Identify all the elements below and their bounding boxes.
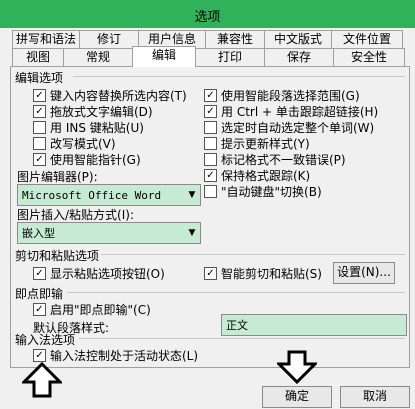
edit-right-checkbox-3[interactable]: 提示更新样式(Y) xyxy=(204,135,310,152)
tab-r2-4[interactable]: 保存 xyxy=(264,48,334,66)
checkbox-label: 选定时自动选定整个单词(W) xyxy=(221,121,375,135)
chevron-down-icon[interactable]: ▼ xyxy=(184,228,200,238)
tab-r2-5[interactable]: 安全性 xyxy=(333,48,405,66)
checkbox-box[interactable] xyxy=(204,121,217,134)
section-header: 输入法选项 xyxy=(15,333,76,347)
checkbox-box[interactable]: ✓ xyxy=(204,267,217,280)
checkbox-box[interactable] xyxy=(204,153,217,166)
checkbox-label: 启用"即点即输"(C) xyxy=(50,303,151,317)
show-paste-buttons-checkbox[interactable]: ✓ 显示粘贴选项按钮(O) xyxy=(33,265,165,282)
edit-right-checkbox-5[interactable]: ✓ 保持格式跟踪(K) xyxy=(204,167,310,184)
checkbox-label: 拖放式文字编辑(D) xyxy=(50,105,153,119)
section-header: 编辑选项 xyxy=(15,71,64,85)
enable-click-type-checkbox[interactable]: ✓ 启用"即点即输"(C) xyxy=(33,301,151,318)
insert-paste-label: 图片插入/粘贴方式(I): xyxy=(17,208,134,222)
edit-right-checkbox-2[interactable]: 选定时自动选定整个单词(W) xyxy=(204,119,374,136)
cancel-button[interactable]: 取消 xyxy=(340,386,410,408)
checkbox-label: 提示更新样式(Y) xyxy=(221,137,310,151)
checkbox-label: 改写模式(V) xyxy=(50,137,116,151)
checkbox-label: 使用智能指针(G) xyxy=(50,153,141,167)
checkbox-label: 智能剪切和粘贴(S) xyxy=(221,267,322,281)
checkbox-box[interactable]: ✓ xyxy=(33,303,46,316)
edit-left-checkbox-4[interactable]: ✓ 使用智能指针(G) xyxy=(33,151,141,168)
tab-row-2: 视图 常规 编辑 打印 保存 安全性 xyxy=(12,46,405,67)
checkbox-label: 输入法控制处于活动状态(L) xyxy=(50,349,199,363)
ok-button[interactable]: 确定 xyxy=(262,386,332,408)
dialog-footer: 确定 取消 xyxy=(0,350,415,409)
tab-r1-0[interactable]: 拼写和语法 xyxy=(12,30,80,48)
edit-panel: 编辑选项 ✓ 键入内容替换所选内容(T) ✓ 拖放式文字编辑(D) 用 INS 键粘贴(… xyxy=(10,66,410,368)
checkbox-box[interactable] xyxy=(204,137,217,150)
tab-r2-2[interactable]: 编辑 xyxy=(132,46,196,67)
checkbox-label: 键入内容替换所选内容(T) xyxy=(50,89,187,103)
settings-button[interactable]: 设置(N)... xyxy=(333,262,395,284)
picture-editor-label: 图片编辑器(P): xyxy=(17,170,98,184)
checkbox-label: 保持格式跟踪(K) xyxy=(221,169,311,183)
tab-r1-4[interactable]: 中文版式 xyxy=(264,30,332,48)
section-header: 即点即输 xyxy=(15,287,64,301)
picture-editor-value: Microsoft Office Word xyxy=(22,188,162,202)
smart-cut-paste-checkbox[interactable]: ✓ 智能剪切和粘贴(S) xyxy=(204,265,322,282)
checkbox-box[interactable] xyxy=(204,185,217,198)
checkbox-box[interactable] xyxy=(33,137,46,150)
tab-r2-0[interactable]: 视图 xyxy=(12,48,64,66)
insert-paste-value: 嵌入型 xyxy=(22,227,55,240)
edit-right-checkbox-6[interactable]: "自动键盘"切换(B) xyxy=(204,183,322,200)
checkbox-label: 显示粘贴选项按钮(O) xyxy=(50,267,165,281)
checkbox-box[interactable]: ✓ xyxy=(33,267,46,280)
checkbox-label: 使用智能段落选择范围(G) xyxy=(221,89,360,103)
arrow-down-icon xyxy=(277,350,317,384)
checkbox-box[interactable]: ✓ xyxy=(33,153,46,166)
section-edit-options: 编辑选项 xyxy=(15,69,405,86)
edit-right-checkbox-4[interactable]: 标记格式不一致错误(P) xyxy=(204,151,346,168)
edit-left-checkbox-2[interactable]: 用 INS 键粘贴(U) xyxy=(33,119,144,136)
checkbox-label: 用 INS 键粘贴(U) xyxy=(50,121,144,135)
tab-r2-1[interactable]: 常规 xyxy=(63,48,133,66)
checkbox-box[interactable]: ✓ xyxy=(33,89,46,102)
edit-right-checkbox-1[interactable]: ✓ 用 Ctrl + 单击跟踪超链接(H) xyxy=(204,103,378,120)
section-ime: 输入法选项 xyxy=(15,331,405,348)
picture-editor-select[interactable]: Microsoft Office Word ▼ xyxy=(17,184,201,206)
checkbox-box[interactable]: ✓ xyxy=(204,105,217,118)
checkbox-box[interactable]: ✓ xyxy=(204,89,217,102)
checkbox-label: 标记格式不一致错误(P) xyxy=(221,153,346,167)
checkbox-label: 用 Ctrl + 单击跟踪超链接(H) xyxy=(221,105,379,119)
tab-r2-3[interactable]: 打印 xyxy=(195,48,265,66)
edit-left-checkbox-0[interactable]: ✓ 键入内容替换所选内容(T) xyxy=(33,87,187,104)
tab-r1-1[interactable]: 修订 xyxy=(79,30,139,48)
edit-right-checkbox-0[interactable]: ✓ 使用智能段落选择范围(G) xyxy=(204,87,360,104)
section-header: 剪切和粘贴选项 xyxy=(15,249,100,263)
checkbox-label: "自动键盘"切换(B) xyxy=(221,185,322,199)
section-click-type: 即点即输 xyxy=(15,285,405,302)
edit-left-checkbox-3[interactable]: 改写模式(V) xyxy=(33,135,116,152)
tab-row-1: 拼写和语法 修订 用户信息 兼容性 中文版式 文件位置 xyxy=(12,30,403,48)
chevron-down-icon[interactable]: ▼ xyxy=(184,190,200,200)
tab-r1-5[interactable]: 文件位置 xyxy=(331,30,403,48)
checkbox-box[interactable] xyxy=(33,121,46,134)
arrow-up-icon xyxy=(22,362,62,398)
edit-left-checkbox-1[interactable]: ✓ 拖放式文字编辑(D) xyxy=(33,103,153,120)
tab-r1-3[interactable]: 兼容性 xyxy=(205,30,265,48)
title-bar: 选项 xyxy=(0,0,415,28)
insert-paste-select[interactable]: 嵌入型 ▼ xyxy=(17,222,201,244)
checkbox-box[interactable]: ✓ xyxy=(33,105,46,118)
window-title: 选项 xyxy=(194,10,221,25)
checkbox-box[interactable]: ✓ xyxy=(204,169,217,182)
checkbox-box[interactable]: ✓ xyxy=(33,349,46,362)
